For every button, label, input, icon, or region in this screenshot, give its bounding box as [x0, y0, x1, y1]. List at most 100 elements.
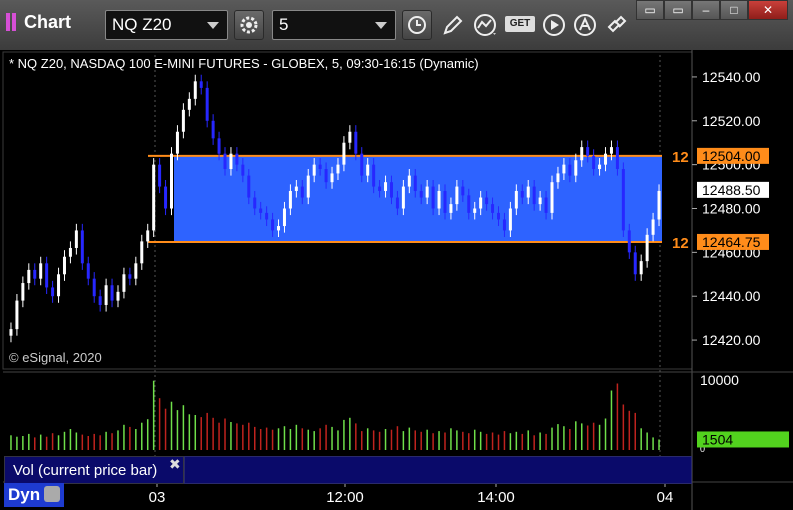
candle-body	[140, 241, 144, 264]
bottom-tab-label: Dyn	[8, 485, 41, 504]
candle-body	[336, 164, 340, 174]
minimize-button[interactable]: –	[692, 0, 720, 20]
candle-body	[324, 169, 328, 183]
volume-study-text: Vol (current price bar)	[13, 462, 158, 479]
candle-body	[205, 87, 209, 121]
candle-body	[443, 190, 447, 213]
candle-body	[146, 230, 150, 242]
volume-study-strip	[184, 456, 692, 484]
candle-body	[425, 186, 429, 198]
last-price-label: 12488.50	[697, 181, 769, 198]
close-button[interactable]: ✕	[748, 0, 788, 20]
candle-body	[271, 219, 275, 231]
price-tick-label: 12520.00	[702, 113, 761, 129]
candle-body	[306, 175, 310, 198]
candle-body	[366, 164, 370, 176]
maximize-button[interactable]: □	[720, 0, 748, 20]
candle-body	[51, 287, 55, 297]
get-label: GET	[505, 16, 535, 32]
candle-body	[384, 182, 388, 191]
candle-body	[187, 98, 191, 110]
candle-body	[538, 197, 542, 205]
candle-body	[288, 190, 292, 209]
volume-study-label[interactable]: Vol (current price bar)	[4, 456, 184, 484]
candle-body	[633, 252, 637, 275]
candle-body	[342, 142, 346, 165]
candle-body	[526, 186, 530, 198]
candle-body	[74, 230, 78, 248]
price-tick-label: 12420.00	[702, 332, 761, 348]
candle-body	[134, 263, 138, 279]
pin-window-glyph: ▭	[644, 3, 656, 17]
candle-body	[15, 300, 19, 330]
candle-body	[318, 164, 322, 170]
symbol-combo[interactable]: NQ Z20	[105, 10, 228, 40]
candle-body	[116, 291, 120, 301]
chart-header: * NQ Z20, NASDAQ 100 E-MINI FUTURES - GL…	[9, 56, 479, 71]
pin-window-button[interactable]: ▭	[636, 0, 664, 20]
candle-body	[360, 153, 364, 176]
candle-body	[104, 285, 108, 305]
candle-body	[491, 204, 495, 213]
candle-body	[651, 219, 655, 235]
lock-icon	[44, 486, 61, 502]
candle-body	[461, 186, 465, 196]
candle-body	[473, 208, 477, 213]
clock-icon[interactable]	[402, 10, 432, 40]
interval-combo[interactable]: 5	[272, 10, 396, 40]
candle-body	[265, 212, 269, 220]
candle-body	[223, 153, 227, 170]
candle-body	[211, 120, 215, 139]
volume-last-text: 1504	[702, 431, 733, 447]
candle-body	[330, 173, 334, 183]
close-icon[interactable]: ✖	[169, 456, 181, 473]
candle-body	[407, 175, 411, 187]
study-icon[interactable]	[472, 10, 500, 40]
candle-body	[615, 147, 619, 170]
pencil-draw-icon[interactable]	[439, 10, 467, 40]
restore-window-glyph: ▭	[672, 3, 684, 17]
candle-body	[312, 164, 316, 176]
candle-body	[586, 147, 590, 156]
candle-body	[645, 234, 649, 262]
candle-body	[497, 212, 500, 220]
candle-body	[9, 329, 13, 336]
bottom-tab[interactable]: Dyn	[4, 483, 64, 507]
candle-body	[627, 230, 631, 253]
candle-body	[27, 269, 31, 284]
settings-gear-icon[interactable]	[234, 10, 264, 40]
copyright-label: © eSignal, 2020	[9, 350, 102, 365]
candle-body	[514, 190, 518, 209]
minimize-glyph: –	[702, 3, 710, 17]
link-icon[interactable]	[603, 10, 631, 40]
maximize-glyph: □	[730, 3, 738, 17]
candle-body	[158, 164, 162, 187]
candle-body	[199, 81, 203, 88]
candle-body	[229, 153, 233, 170]
candle-body	[294, 186, 298, 191]
candle-body	[110, 285, 114, 301]
candle-body	[568, 164, 572, 176]
candle-body	[550, 182, 554, 213]
get-data-icon[interactable]: GET	[505, 10, 535, 40]
candle-body	[621, 169, 625, 231]
candle-body	[128, 274, 132, 279]
candle-body	[253, 197, 257, 209]
candle-body	[98, 296, 102, 305]
play-icon[interactable]	[540, 10, 568, 40]
candle-body	[33, 269, 37, 279]
range-bottom-text: 12464.75	[702, 234, 761, 250]
candle-body	[413, 175, 417, 191]
candle-body	[80, 230, 84, 264]
alert-icon[interactable]	[572, 10, 600, 40]
candle-body	[574, 160, 578, 176]
chevron-down-icon	[207, 22, 219, 29]
candle-body	[348, 131, 352, 143]
time-tick-label: 14:00	[477, 489, 515, 506]
candle-body	[45, 263, 49, 288]
candle-body	[520, 190, 524, 198]
time-tick-label: 04	[657, 489, 674, 506]
chart-area[interactable]: * NQ Z20, NASDAQ 100 E-MINI FUTURES - GL…	[0, 50, 793, 510]
restore-window-button[interactable]: ▭	[664, 0, 692, 20]
candle-body	[170, 153, 173, 209]
